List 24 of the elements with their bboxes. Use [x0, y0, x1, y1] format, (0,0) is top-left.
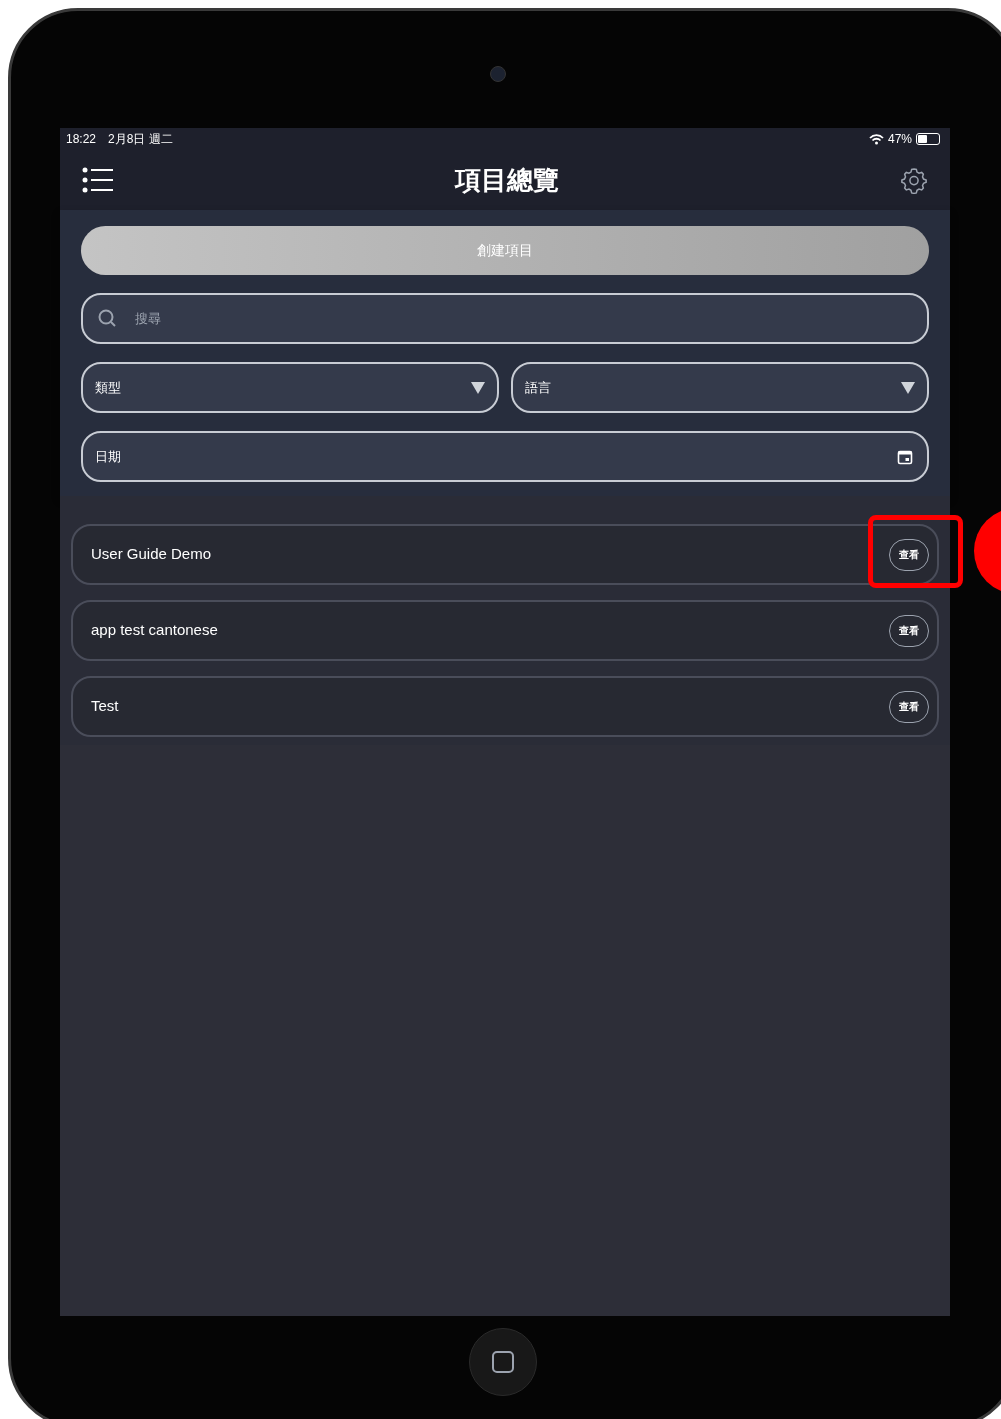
wifi-icon: [868, 133, 884, 145]
project-name: Test: [91, 696, 119, 717]
caret-icon: [901, 381, 915, 394]
search-icon: [97, 308, 117, 328]
square-icon: [492, 1351, 514, 1373]
status-date: 2月8日 週二: [108, 131, 173, 148]
search-field[interactable]: 搜尋: [81, 293, 929, 344]
filter-dropdown[interactable]: 類型: [81, 362, 499, 413]
project-card[interactable]: app test cantonese 查看: [71, 600, 939, 661]
project-name: app test cantonese: [91, 620, 218, 641]
filter-dropdown[interactable]: 語言: [511, 362, 929, 413]
battery-icon: [916, 133, 940, 145]
caret-icon: [471, 381, 485, 394]
battery-percent: 47%: [887, 131, 912, 148]
date-field[interactable]: 日期: [81, 431, 929, 482]
menu-icon[interactable]: [82, 167, 114, 193]
project-card[interactable]: Test 查看: [71, 676, 939, 737]
status-time: 18:22: [66, 131, 97, 148]
project-card[interactable]: User Guide Demo 查看: [71, 524, 939, 585]
calendar-icon: [897, 448, 913, 465]
project-name: User Guide Demo: [91, 544, 212, 565]
camera-icon: [490, 66, 506, 82]
settings-icon[interactable]: [900, 166, 928, 194]
page-title: 項目總覽: [455, 163, 559, 197]
